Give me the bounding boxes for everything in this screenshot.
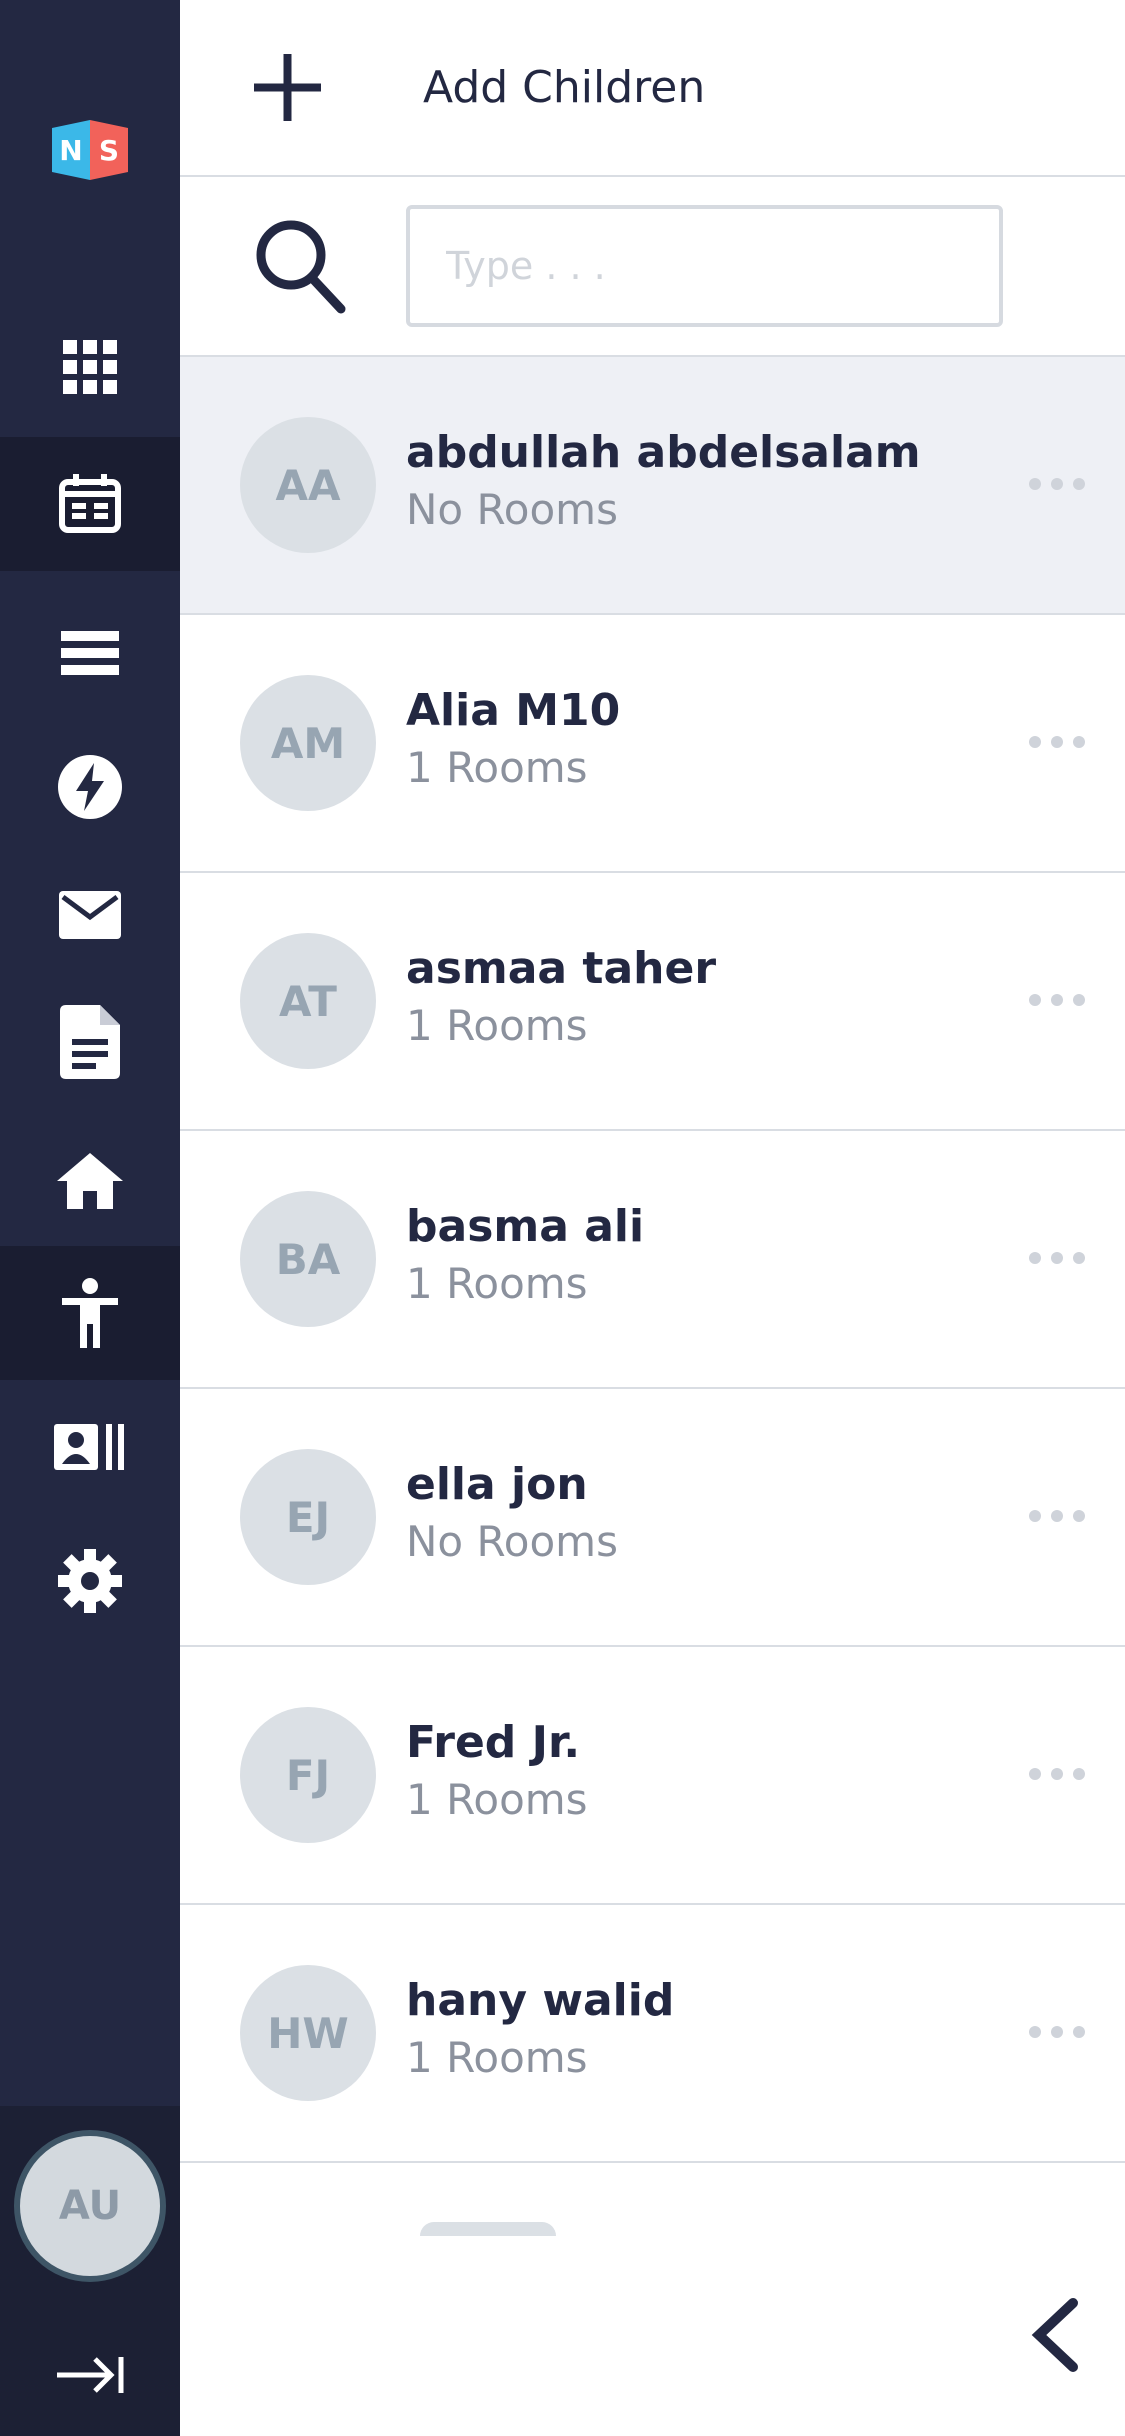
more-options-icon[interactable] — [1029, 985, 1085, 1015]
grid-icon — [63, 340, 117, 394]
calendar-icon — [58, 472, 122, 536]
list-icon — [61, 631, 119, 675]
mail-icon — [59, 891, 121, 939]
sidebar-item-home[interactable] — [0, 1114, 180, 1248]
more-options-icon[interactable] — [1029, 2017, 1085, 2047]
search-icon — [253, 217, 348, 317]
child-rooms: No Rooms — [406, 485, 618, 534]
sidebar-item-messages[interactable] — [0, 848, 180, 982]
child-name: Alia M10 — [406, 685, 621, 736]
sidebar-item-calendar[interactable] — [0, 437, 180, 571]
contact-card-icon — [54, 1424, 126, 1470]
more-options-icon[interactable] — [1029, 727, 1085, 757]
list-item[interactable]: HW hany walid 1 Rooms — [180, 1905, 1125, 2163]
more-options-icon[interactable] — [1029, 1759, 1085, 1789]
more-options-icon[interactable] — [1029, 1243, 1085, 1273]
partial-list-item-avatar — [420, 2222, 556, 2236]
document-icon — [60, 1005, 120, 1079]
list-item[interactable]: FJ Fred Jr. 1 Rooms — [180, 1647, 1125, 1905]
list-item[interactable]: AT asmaa taher 1 Rooms — [180, 873, 1125, 1131]
avatar: BA — [240, 1191, 376, 1327]
search-input[interactable] — [406, 205, 1003, 327]
child-name: Fred Jr. — [406, 1717, 581, 1768]
search-bar — [180, 177, 1125, 357]
chevron-left-icon — [1025, 2298, 1085, 2379]
home-icon — [57, 1153, 123, 1209]
arrow-right-bar-icon — [55, 2355, 125, 2399]
back-button[interactable] — [1025, 2295, 1085, 2375]
sidebar-item-children[interactable] — [0, 1246, 180, 1380]
list-item[interactable]: EJ ella jon No Rooms — [180, 1389, 1125, 1647]
child-name: basma ali — [406, 1201, 645, 1252]
sidebar-item-activity[interactable] — [0, 720, 180, 854]
child-name: abdullah abdelsalam — [406, 427, 921, 478]
child-rooms: No Rooms — [406, 1517, 618, 1566]
logo-letter-n: N — [59, 134, 82, 167]
list-item[interactable]: AM Alia M10 1 Rooms — [180, 615, 1125, 873]
sidebar-item-dashboard[interactable] — [0, 300, 180, 434]
child-name: ella jon — [406, 1459, 588, 1510]
more-options-icon[interactable] — [1029, 469, 1085, 499]
sidebar-item-settings[interactable] — [0, 1514, 180, 1648]
main-panel: Add Children AA abdullah abdelsalam No R… — [180, 0, 1125, 2436]
avatar: AT — [240, 933, 376, 1069]
child-rooms: 1 Rooms — [406, 1001, 588, 1050]
gear-icon — [58, 1549, 122, 1613]
lightning-icon — [58, 755, 122, 819]
avatar: EJ — [240, 1449, 376, 1585]
expand-sidebar-button[interactable] — [50, 2352, 130, 2402]
list-item[interactable]: AA abdullah abdelsalam No Rooms — [180, 357, 1125, 615]
child-icon — [62, 1278, 118, 1348]
child-rooms: 1 Rooms — [406, 1259, 588, 1308]
avatar: AA — [240, 417, 376, 553]
child-rooms: 1 Rooms — [406, 743, 588, 792]
avatar: AM — [240, 675, 376, 811]
plus-icon — [250, 54, 325, 129]
user-initials: AU — [58, 2183, 122, 2229]
sidebar-item-list[interactable] — [0, 586, 180, 720]
children-list: AA abdullah abdelsalam No Rooms AM Alia … — [180, 357, 1125, 2163]
child-name: hany walid — [406, 1975, 675, 2026]
child-name: asmaa taher — [406, 943, 717, 994]
list-item[interactable]: BA basma ali 1 Rooms — [180, 1131, 1125, 1389]
avatar: FJ — [240, 1707, 376, 1843]
app-logo[interactable]: N S — [52, 120, 128, 180]
child-rooms: 1 Rooms — [406, 1775, 588, 1824]
sidebar: N S AU — [0, 0, 180, 2436]
sidebar-item-documents[interactable] — [0, 975, 180, 1109]
page-title: Add Children — [423, 62, 706, 113]
header: Add Children — [180, 0, 1125, 177]
add-child-button[interactable] — [250, 50, 325, 125]
user-avatar[interactable]: AU — [14, 2130, 166, 2282]
logo-letter-s: S — [99, 134, 119, 167]
sidebar-item-contacts[interactable] — [0, 1380, 180, 1514]
child-rooms: 1 Rooms — [406, 2033, 588, 2082]
more-options-icon[interactable] — [1029, 1501, 1085, 1531]
avatar: HW — [240, 1965, 376, 2101]
